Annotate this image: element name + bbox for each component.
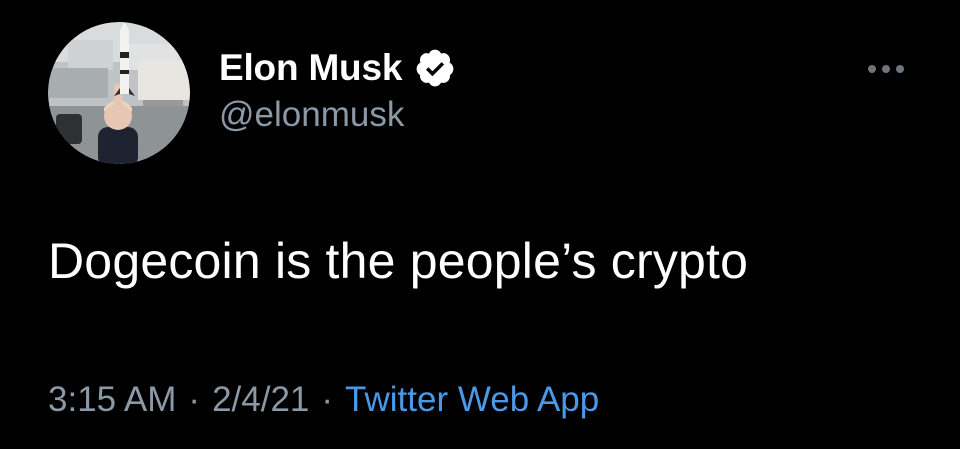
verified-badge-icon [414,47,456,89]
more-dot [882,65,890,73]
author-handle[interactable]: @elonmusk [219,95,404,135]
author-display-name[interactable]: Elon Musk [219,47,402,89]
tweet-source-link[interactable]: Twitter Web App [345,380,599,420]
meta-separator: · [188,380,201,419]
tweet-container: Elon Musk @elonmusk Dogecoin is the peop… [0,0,960,449]
more-dot [896,65,904,73]
author-avatar[interactable] [48,22,190,164]
author-name-row: Elon Musk [219,44,456,92]
meta-separator: · [321,380,334,419]
more-options-icon[interactable] [858,53,914,85]
avatar-photo-image [48,22,190,164]
tweet-time[interactable]: 3:15 AM [48,380,176,420]
more-dot [868,65,876,73]
tweet-date[interactable]: 2/4/21 [212,380,309,420]
tweet-text: Dogecoin is the people’s crypto [48,233,749,289]
tweet-meta: 3:15 AM · 2/4/21 · Twitter Web App [48,380,599,420]
